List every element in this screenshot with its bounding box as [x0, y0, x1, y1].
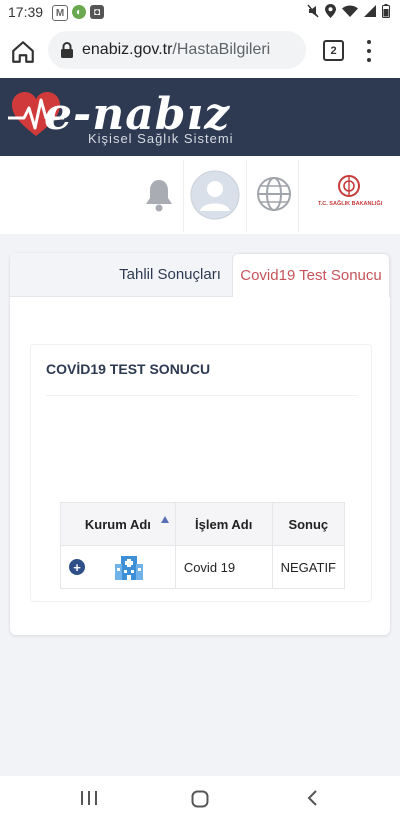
avatar-icon[interactable] [190, 170, 240, 220]
table-row: + Covid 19 NEGATIF [60, 545, 346, 589]
hospital-icon [114, 556, 143, 580]
url-path: /HastaBilgileri [172, 41, 271, 58]
signal-icon [364, 5, 376, 17]
results-table: Kurum Adı İşlem Adı Sonuç + Covid 19 NEG… [60, 502, 346, 589]
mute-icon [307, 4, 319, 18]
status-time: 17:39 [8, 4, 44, 20]
back-nav-icon[interactable] [306, 790, 318, 806]
browser-menu-button[interactable] [366, 40, 372, 62]
home-icon[interactable] [10, 39, 36, 65]
recent-apps-icon[interactable] [80, 790, 98, 806]
url-host: enabiz.gov.tr [82, 41, 173, 58]
globe-icon[interactable] [256, 176, 292, 212]
kurum-cell: + [60, 545, 176, 589]
battery-icon [382, 4, 390, 18]
tab-switcher-button[interactable]: 2 [323, 40, 344, 61]
tab-tahlil-sonuclari[interactable]: Tahlil Sonuçları [110, 253, 230, 296]
divider [46, 395, 358, 396]
address-bar[interactable]: enabiz.gov.tr/HastaBilgileri [48, 31, 306, 69]
status-bar: 17:39 M ◐ ◘ [0, 0, 400, 26]
panel-title: COVİD19 TEST SONUCU [46, 361, 211, 377]
brand-subtitle: Kişisel Sağlık Sistemi [88, 131, 234, 146]
box-icon: ◘ [90, 5, 104, 19]
divider [246, 160, 247, 232]
url-text: enabiz.gov.tr/HastaBilgileri [82, 41, 270, 59]
lock-icon [61, 42, 73, 58]
expand-row-button[interactable]: + [69, 559, 85, 575]
bell-icon[interactable] [144, 178, 174, 212]
ministry-emblem-icon [338, 175, 360, 197]
table-header-row: Kurum Adı İşlem Adı Sonuç [60, 502, 346, 546]
column-header-islem-adi[interactable]: İşlem Adı [174, 502, 273, 546]
browser-toolbar: enabiz.gov.tr/HastaBilgileri 2 [0, 26, 400, 78]
tab-covid19-test-sonucu[interactable]: Covid19 Test Sonucu [232, 253, 390, 297]
islem-adi-cell: Covid 19 [174, 545, 273, 589]
location-icon [325, 4, 336, 18]
home-nav-icon[interactable] [191, 790, 209, 808]
sonuc-cell: NEGATIF [271, 545, 346, 589]
divider [183, 160, 184, 232]
wifi-icon [342, 5, 358, 17]
system-nav-bar [0, 776, 400, 822]
sort-ascending-icon[interactable] [160, 516, 169, 523]
gmail-icon: M [52, 5, 68, 21]
ministry-logo[interactable]: T.C. SAĞLIK BAKANLIĞI [318, 174, 383, 214]
column-header-kurum-adi[interactable]: Kurum Adı [60, 502, 176, 546]
app-icon: ◐ [72, 5, 86, 19]
ministry-label: T.C. SAĞLIK BAKANLIĞI [318, 201, 383, 207]
column-header-sonuc[interactable]: Sonuç [271, 502, 346, 546]
column-label: Kurum Adı [84, 516, 151, 532]
divider [298, 160, 299, 232]
